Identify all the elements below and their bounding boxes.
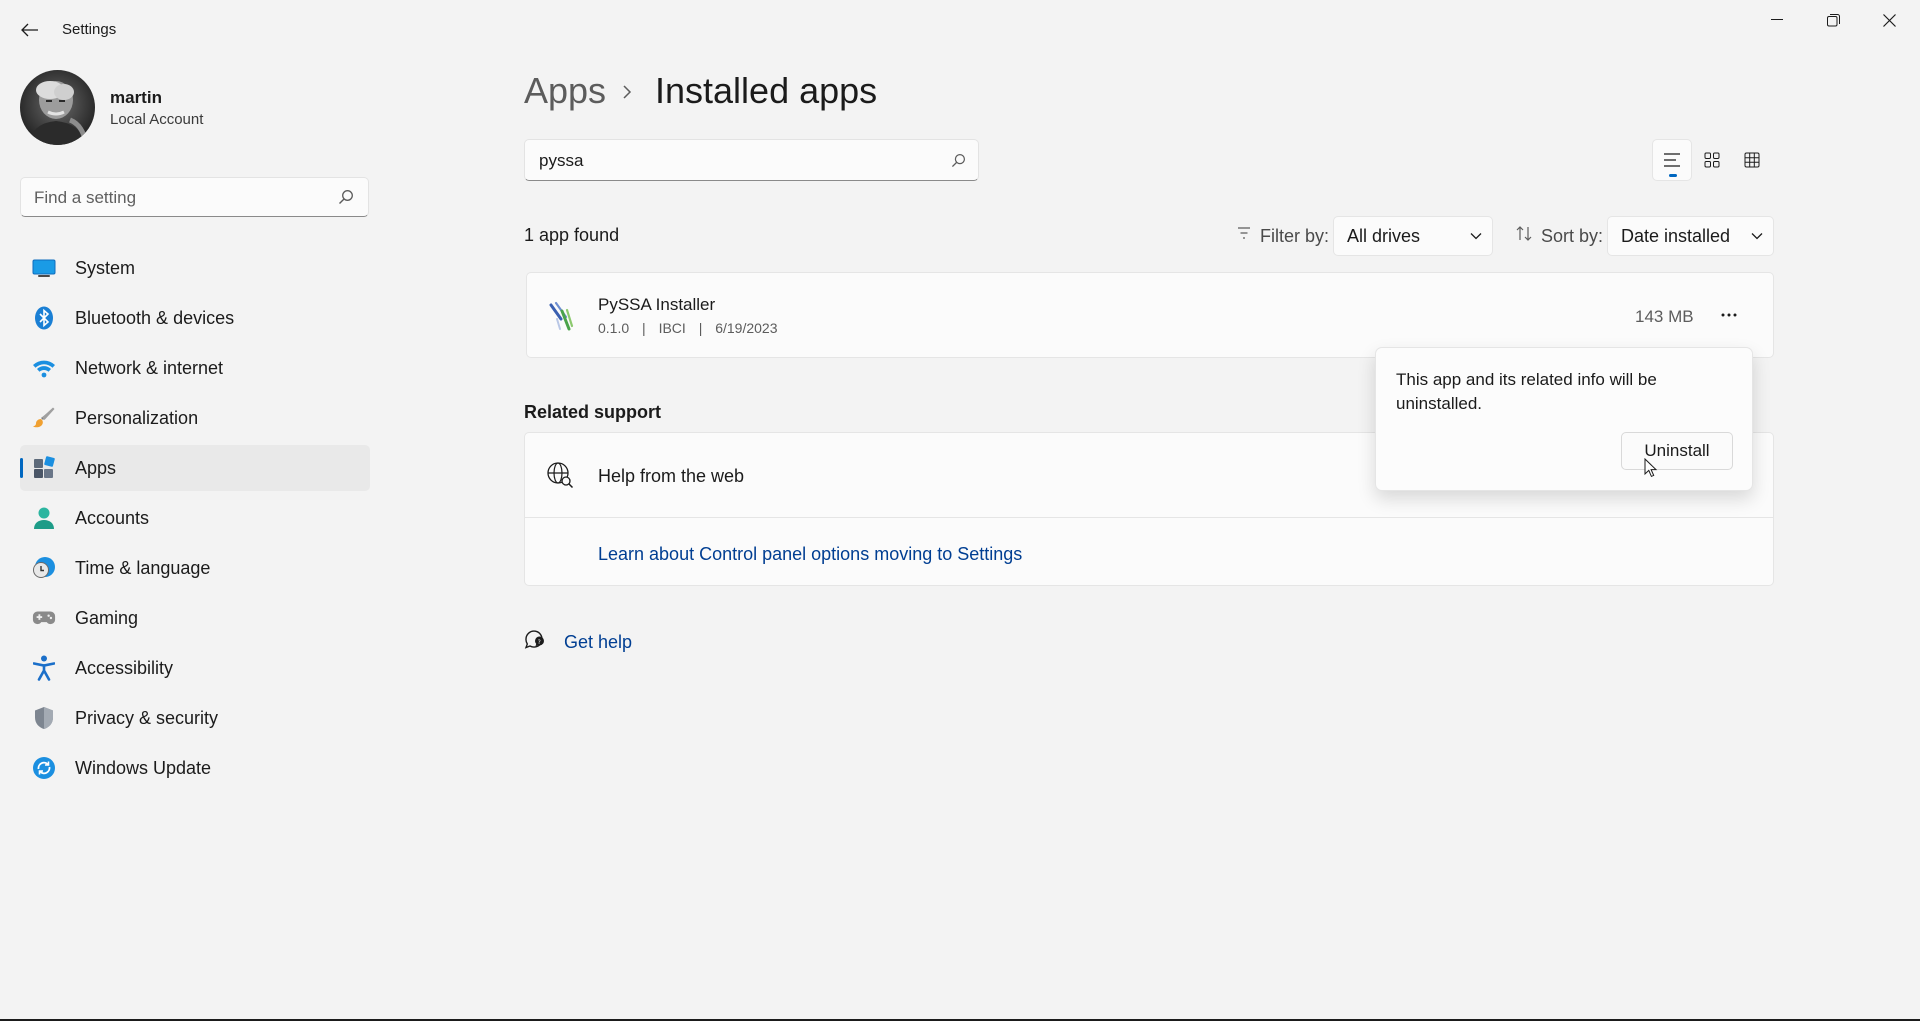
sidebar-item-label: Gaming bbox=[75, 607, 139, 628]
restore-button[interactable] bbox=[1805, 0, 1861, 40]
sidebar-item-system[interactable]: System bbox=[20, 245, 370, 291]
grid-view-icon bbox=[1744, 152, 1760, 168]
user-photo-icon bbox=[20, 70, 95, 145]
filter-label: Filter by: bbox=[1260, 226, 1330, 246]
wifi-icon bbox=[32, 356, 56, 380]
brush-icon bbox=[32, 406, 56, 430]
separator: | bbox=[642, 320, 646, 336]
more-horizontal-icon bbox=[1721, 313, 1737, 317]
page-title: Installed apps bbox=[655, 70, 878, 111]
title-bar bbox=[0, 0, 1920, 60]
app-name: PySSA Installer bbox=[598, 295, 716, 314]
minimize-icon bbox=[1771, 19, 1783, 20]
details-view-button[interactable] bbox=[1732, 139, 1772, 181]
app-list-item: PySSA Installer 0.1.0 | IBCI | 6/19/2023… bbox=[526, 272, 1774, 358]
chevron-down-icon bbox=[1460, 232, 1492, 240]
sidebar-item-accessibility[interactable]: Accessibility bbox=[20, 645, 370, 691]
back-button[interactable] bbox=[14, 16, 46, 44]
settings-search-input[interactable] bbox=[21, 178, 336, 218]
app-version: 0.1.0 bbox=[598, 320, 630, 336]
clock-globe-icon bbox=[32, 556, 56, 580]
app-search-box[interactable] bbox=[524, 139, 979, 182]
sidebar-nav: System Bluetooth & devices Network & int… bbox=[20, 245, 370, 795]
get-help-icon: ? bbox=[523, 628, 547, 652]
uninstall-confirmation-flyout: This app and its related info will be un… bbox=[1375, 347, 1753, 491]
sidebar-item-label: Personalization bbox=[75, 407, 199, 428]
app-install-date: 6/19/2023 bbox=[715, 320, 778, 336]
globe-search-icon bbox=[546, 461, 574, 489]
app-icon bbox=[547, 301, 575, 331]
svg-text:?: ? bbox=[538, 639, 541, 646]
avatar[interactable] bbox=[20, 70, 95, 145]
sidebar-item-label: Time & language bbox=[75, 557, 211, 578]
shield-icon bbox=[32, 706, 56, 730]
sidebar-item-time-language[interactable]: Time & language bbox=[20, 545, 370, 591]
get-help-link[interactable]: Get help bbox=[564, 632, 632, 653]
sidebar-item-label: Bluetooth & devices bbox=[75, 307, 235, 328]
sidebar-item-network[interactable]: Network & internet bbox=[20, 345, 370, 391]
sort-dropdown[interactable]: Date installed bbox=[1607, 216, 1774, 256]
close-icon bbox=[1882, 13, 1896, 27]
user-name: martin bbox=[110, 88, 162, 107]
filter-icon bbox=[1237, 226, 1251, 240]
accessibility-icon bbox=[32, 655, 56, 681]
app-search-input[interactable] bbox=[525, 140, 941, 182]
chevron-down-icon bbox=[1741, 232, 1773, 240]
person-icon bbox=[32, 506, 56, 530]
uninstall-button[interactable]: Uninstall bbox=[1621, 432, 1733, 470]
mouse-cursor-icon bbox=[1644, 458, 1658, 478]
sidebar-item-apps[interactable]: Apps bbox=[20, 445, 370, 491]
filter-dropdown[interactable]: All drives bbox=[1333, 216, 1493, 256]
list-view-button[interactable] bbox=[1652, 139, 1692, 181]
sidebar-item-label: Privacy & security bbox=[75, 707, 219, 728]
sidebar-item-label: Accounts bbox=[75, 507, 150, 528]
more-options-button[interactable] bbox=[1711, 299, 1747, 331]
app-meta: 0.1.0 | IBCI | 6/19/2023 bbox=[598, 320, 778, 336]
minimize-button[interactable] bbox=[1749, 0, 1805, 40]
restore-icon bbox=[1826, 13, 1840, 26]
view-toggle bbox=[1652, 139, 1774, 181]
list-view-icon bbox=[1664, 153, 1680, 167]
sort-value: Date installed bbox=[1621, 225, 1731, 246]
sidebar-item-label: Network & internet bbox=[75, 357, 224, 378]
chevron-right-icon bbox=[622, 84, 632, 100]
sidebar-item-label: Accessibility bbox=[75, 657, 174, 678]
gamepad-icon bbox=[32, 606, 56, 630]
help-from-web-label: Help from the web bbox=[598, 466, 745, 486]
sidebar-item-gaming[interactable]: Gaming bbox=[20, 595, 370, 641]
sidebar-item-label: Apps bbox=[75, 457, 117, 478]
apps-icon bbox=[32, 456, 56, 480]
sidebar-item-label: System bbox=[75, 257, 136, 278]
control-panel-link[interactable]: Learn about Control panel options moving… bbox=[598, 544, 1022, 565]
sidebar-item-label: Windows Update bbox=[75, 757, 212, 778]
tile-view-icon bbox=[1704, 152, 1720, 168]
app-size: 143 MB bbox=[1635, 307, 1694, 326]
sidebar-item-bluetooth[interactable]: Bluetooth & devices bbox=[20, 295, 370, 341]
filter-value: All drives bbox=[1347, 225, 1421, 246]
results-count: 1 app found bbox=[524, 225, 620, 245]
update-icon bbox=[32, 756, 56, 780]
sort-label: Sort by: bbox=[1541, 226, 1604, 246]
related-support-heading: Related support bbox=[524, 402, 662, 422]
account-type: Local Account bbox=[110, 111, 204, 128]
settings-search-box[interactable] bbox=[20, 177, 369, 218]
system-icon bbox=[32, 256, 56, 280]
tile-view-button[interactable] bbox=[1692, 139, 1732, 181]
sidebar-item-privacy-security[interactable]: Privacy & security bbox=[20, 695, 370, 741]
app-publisher: IBCI bbox=[658, 320, 686, 336]
bluetooth-icon bbox=[32, 306, 56, 330]
back-arrow-icon bbox=[21, 23, 38, 37]
window-title: Settings bbox=[62, 21, 117, 38]
sidebar-item-windows-update[interactable]: Windows Update bbox=[20, 745, 370, 791]
sidebar-item-personalization[interactable]: Personalization bbox=[20, 395, 370, 441]
sidebar-item-accounts[interactable]: Accounts bbox=[20, 495, 370, 541]
close-button[interactable] bbox=[1861, 0, 1917, 40]
breadcrumb-parent[interactable]: Apps bbox=[524, 70, 606, 112]
separator: | bbox=[698, 320, 703, 336]
search-icon[interactable] bbox=[951, 153, 966, 168]
search-icon[interactable] bbox=[338, 189, 354, 205]
sort-icon bbox=[1516, 226, 1532, 241]
uninstall-message: This app and its related info will be un… bbox=[1396, 370, 1657, 413]
